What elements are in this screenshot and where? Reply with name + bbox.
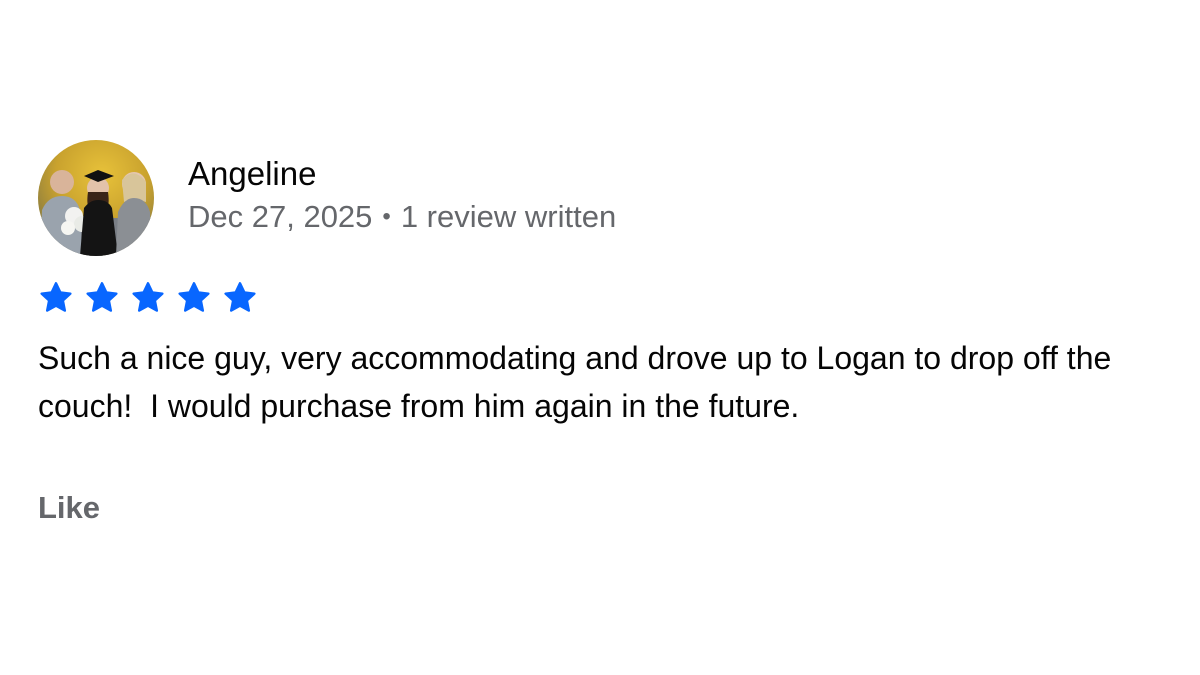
star-icon (38, 280, 74, 316)
author-name[interactable]: Angeline (188, 154, 616, 194)
review-text: Such a nice guy, very accommodating and … (38, 340, 1121, 424)
avatar[interactable] (38, 140, 154, 256)
separator-dot: • (382, 203, 391, 230)
star-icon (222, 280, 258, 316)
star-rating (38, 280, 1188, 316)
star-icon (176, 280, 212, 316)
review-date[interactable]: Dec 27, 2025 (188, 199, 372, 234)
review-card: Angeline Dec 27, 2025 • 1 review written S… (38, 140, 1188, 526)
like-button[interactable]: Like (38, 490, 100, 526)
review-count: 1 review written (400, 199, 617, 234)
review-header: Angeline Dec 27, 2025 • 1 review written (38, 140, 1188, 256)
star-icon (130, 280, 166, 316)
star-icon (84, 280, 120, 316)
review-subline: Dec 27, 2025 • 1 review written (188, 198, 616, 236)
avatar-photo-icon (38, 140, 154, 256)
review-meta: Angeline Dec 27, 2025 • 1 review written (188, 154, 616, 236)
